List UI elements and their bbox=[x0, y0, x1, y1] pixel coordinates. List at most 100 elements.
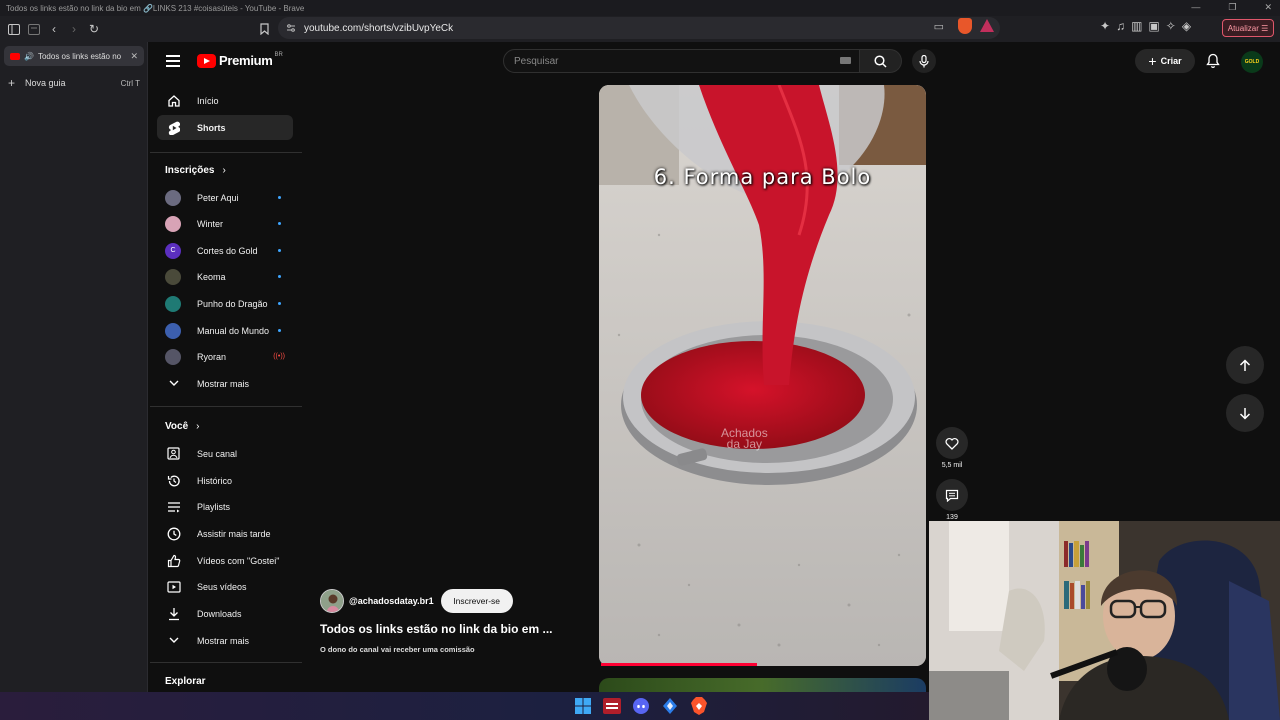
sidebar-item-subscription[interactable]: Manual do Mundo bbox=[157, 318, 293, 343]
sidebar-icon[interactable]: ▥ bbox=[1131, 19, 1142, 33]
show-more-label: Mostrar mais bbox=[197, 378, 250, 389]
subscription-label: Manual do Mundo bbox=[197, 325, 270, 336]
close-tab-icon[interactable]: ✕ bbox=[130, 51, 138, 62]
new-content-dot bbox=[278, 249, 281, 252]
logo-region: BR bbox=[274, 51, 283, 58]
chevron-down-icon bbox=[166, 376, 181, 391]
playlist-icon bbox=[166, 499, 181, 514]
taskbar bbox=[0, 692, 929, 720]
plus-icon: + bbox=[1148, 53, 1157, 69]
channel-avatar[interactable] bbox=[320, 589, 344, 613]
app-icon[interactable] bbox=[602, 696, 622, 716]
notifications-bell-icon[interactable] bbox=[1206, 53, 1220, 74]
menu-icon[interactable] bbox=[166, 55, 180, 67]
vpn-icon[interactable]: ◈ bbox=[1182, 19, 1191, 33]
avatar bbox=[165, 215, 181, 232]
channel-info: @achadosdatay.br1 Inscrever-se bbox=[320, 589, 513, 613]
comments-button[interactable] bbox=[936, 479, 968, 511]
new-content-dot bbox=[278, 196, 281, 199]
sidebar-item-shorts[interactable]: Shorts bbox=[157, 115, 293, 140]
video-icon bbox=[166, 579, 181, 594]
speaker-icon[interactable]: 🔊 bbox=[24, 52, 34, 61]
youtube-play-icon bbox=[197, 53, 216, 68]
show-more-you-button[interactable]: Mostrar mais bbox=[157, 628, 293, 653]
video-progress-bar[interactable] bbox=[601, 663, 757, 666]
sidebar-item-watch-later[interactable]: Assistir mais tarde bbox=[157, 521, 293, 546]
sidebar-item-label: Início bbox=[197, 95, 219, 106]
webcam-overlay bbox=[929, 521, 1280, 720]
forward-icon[interactable]: › bbox=[64, 19, 84, 39]
you-title[interactable]: Você › bbox=[165, 421, 200, 432]
subscribe-button[interactable]: Inscrever-se bbox=[440, 589, 513, 613]
subscriptions-title[interactable]: Inscrições › bbox=[165, 165, 226, 176]
sidebar-item-your-videos[interactable]: Seus vídeos bbox=[157, 574, 293, 599]
extensions-icon[interactable]: ✦ bbox=[1100, 19, 1110, 33]
back-icon[interactable]: ‹ bbox=[44, 19, 64, 39]
music-icon[interactable]: ♫ bbox=[1116, 19, 1125, 33]
create-button[interactable]: + Criar bbox=[1135, 49, 1195, 73]
sidebar-toggle-icon[interactable] bbox=[4, 19, 24, 39]
subscribe-label: Inscrever-se bbox=[453, 596, 501, 606]
sidebar-item-label: Histórico bbox=[197, 475, 233, 486]
discord-icon[interactable] bbox=[631, 696, 651, 716]
previous-short-button[interactable] bbox=[1226, 346, 1264, 384]
youtube-premium-logo[interactable]: Premium BR bbox=[197, 51, 283, 68]
sidebar-item-subscription[interactable]: Winter bbox=[157, 211, 293, 236]
sidebar-item-home[interactable]: Início bbox=[157, 88, 293, 113]
reload-icon[interactable]: ↻ bbox=[84, 19, 104, 39]
chevron-right-icon: › bbox=[196, 421, 200, 432]
video-caption: 6. Forma para Bolo bbox=[653, 165, 872, 189]
sidebar-item-history[interactable]: Histórico bbox=[157, 468, 293, 493]
heart-icon bbox=[945, 437, 959, 450]
sidebar-item-your-channel[interactable]: Seu canal bbox=[157, 441, 293, 466]
tab-groups-icon[interactable] bbox=[24, 19, 44, 39]
address-bar[interactable]: youtube.com/shorts/vzibUvpYeCk ▭ bbox=[278, 17, 1000, 39]
new-tab-button[interactable]: + Nova guia Ctrl T bbox=[8, 76, 140, 90]
channel-handle[interactable]: @achadosdatay.br1 bbox=[349, 596, 434, 606]
windows-start-icon[interactable] bbox=[573, 696, 593, 716]
sidebar-item-subscription[interactable]: Keoma bbox=[157, 264, 293, 289]
account-avatar[interactable]: GOLD bbox=[1241, 51, 1263, 73]
sidebar-item-subscription[interactable]: Ryoran ((•)) bbox=[157, 344, 293, 369]
commission-note: O dono do canal vai receber uma comissão bbox=[320, 645, 475, 654]
sidebar-item-liked-videos[interactable]: Vídeos com "Gostei" bbox=[157, 548, 293, 573]
search-input[interactable]: Pesquisar bbox=[503, 49, 860, 73]
active-tab[interactable]: 🔊 Todos os links estão no link da bio em… bbox=[4, 46, 144, 66]
leo-icon[interactable]: ✧ bbox=[1166, 19, 1176, 33]
shorts-icon bbox=[166, 120, 181, 135]
show-more-subscriptions-button[interactable]: Mostrar mais bbox=[157, 371, 293, 396]
like-count: 5,5 mil bbox=[941, 462, 963, 469]
screen: Todos os links estão no link da bio em 🔗… bbox=[0, 0, 1280, 720]
sidebar-item-subscription[interactable]: Peter Aqui bbox=[157, 185, 293, 210]
search-icon bbox=[874, 54, 887, 68]
keyboard-icon[interactable] bbox=[840, 57, 851, 64]
wallet-icon[interactable]: ▣ bbox=[1148, 19, 1159, 33]
subscription-label: Winter bbox=[197, 218, 224, 229]
arrow-up-icon bbox=[1239, 358, 1251, 371]
sidebar-item-subscription[interactable]: Punho do Dragão bbox=[157, 291, 293, 316]
cast-icon[interactable]: ▭ bbox=[934, 20, 944, 33]
app-icon-2[interactable] bbox=[660, 696, 680, 716]
sidebar-item-subscription[interactable]: C Cortes do Gold bbox=[157, 238, 293, 263]
search-button[interactable] bbox=[860, 49, 902, 73]
brave-rewards-icon[interactable] bbox=[980, 19, 994, 32]
voice-search-button[interactable] bbox=[912, 49, 936, 73]
bookmark-icon[interactable] bbox=[254, 19, 274, 39]
youtube-header: Premium BR Pesquisar + Criar GOLD bbox=[150, 42, 1280, 82]
next-short-button[interactable] bbox=[1226, 394, 1264, 432]
update-button[interactable]: Atualizar ☰ bbox=[1222, 19, 1274, 37]
brave-shields-icon[interactable] bbox=[958, 18, 972, 34]
minimize-icon[interactable]: — bbox=[1191, 2, 1200, 13]
short-video-player[interactable]: 6. Forma para Bolo Achados da Jay bbox=[599, 85, 926, 666]
sidebar-item-playlists[interactable]: Playlists bbox=[157, 494, 293, 519]
channel-icon bbox=[166, 446, 181, 461]
brave-browser-icon[interactable] bbox=[689, 696, 709, 716]
like-button[interactable] bbox=[936, 427, 968, 459]
watermark-line: da Jay bbox=[726, 437, 763, 451]
subscription-label: Cortes do Gold bbox=[197, 245, 258, 256]
close-window-icon[interactable]: ✕ bbox=[1264, 2, 1272, 13]
short-title[interactable]: Todos os links estão no link da bio em .… bbox=[320, 622, 552, 636]
sidebar-item-downloads[interactable]: Downloads bbox=[157, 601, 293, 626]
site-info-icon[interactable] bbox=[286, 23, 296, 33]
maximize-icon[interactable]: ❐ bbox=[1228, 2, 1236, 13]
